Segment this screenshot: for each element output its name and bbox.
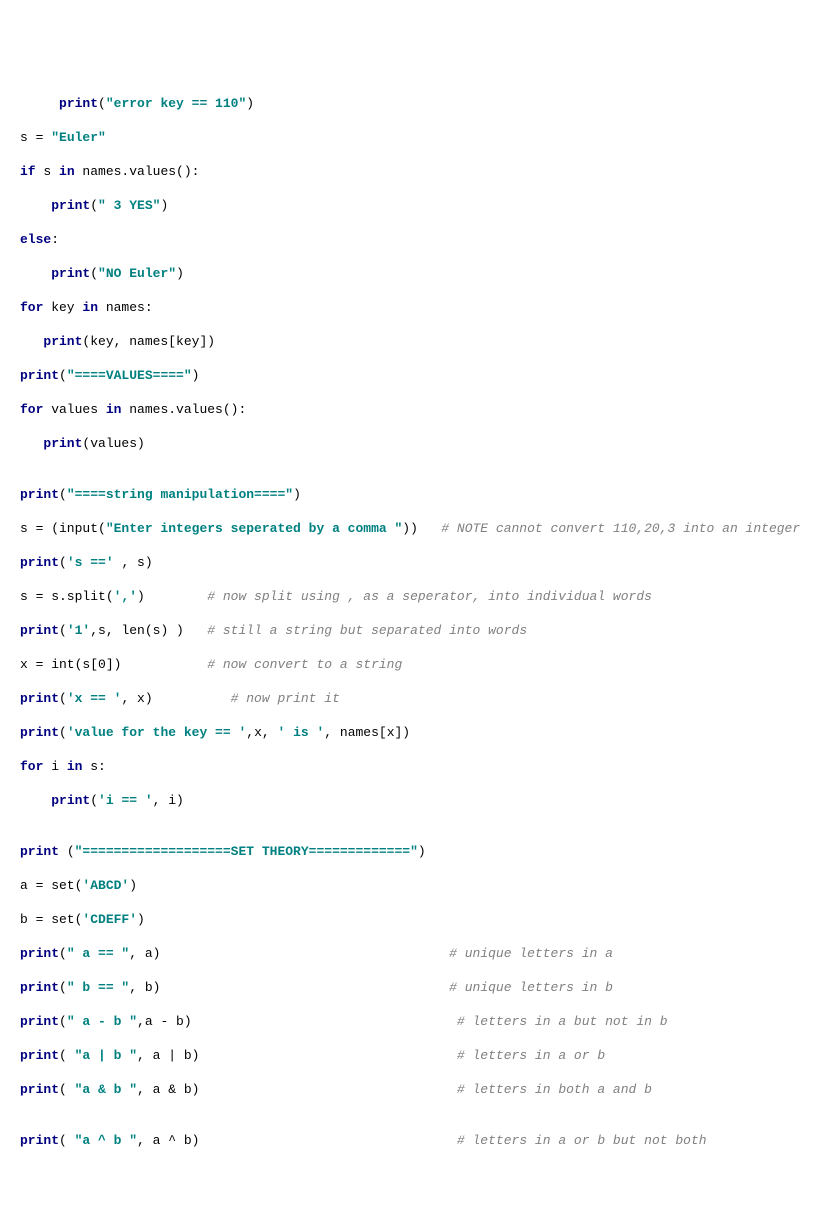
- comment: # still a string but separated into word…: [207, 623, 527, 638]
- comment: # letters in a or b but not both: [457, 1133, 707, 1148]
- code-line: print( "a & b ", a & b) # letters in bot…: [20, 1081, 803, 1098]
- string-literal: 'value for the key == ': [67, 725, 246, 740]
- code-line: print('x == ', x) # now print it: [20, 690, 803, 707]
- code-line: print("====string manipulation===="): [20, 486, 803, 503]
- string-literal: "Euler": [51, 130, 106, 145]
- keyword-print: print: [20, 555, 59, 570]
- code-line: print("====VALUES===="): [20, 367, 803, 384]
- code-line: print("error key == 110"): [20, 95, 803, 112]
- code-line: print('s ==' , s): [20, 554, 803, 571]
- keyword-print: print: [20, 368, 59, 383]
- keyword-print: print: [20, 1014, 59, 1029]
- keyword-print: print: [20, 1133, 59, 1148]
- code-line: print ("===================SET THEORY===…: [20, 843, 803, 860]
- string-literal: "a ^ b ": [75, 1133, 137, 1148]
- keyword-print: print: [59, 96, 98, 111]
- keyword-for: for: [20, 402, 43, 417]
- string-literal: "===================SET THEORY==========…: [75, 844, 418, 859]
- code-block: print("error key == 110") s = "Euler" if…: [20, 78, 803, 1166]
- string-literal: 'ABCD': [82, 878, 129, 893]
- code-line: else:: [20, 231, 803, 248]
- code-line: print('value for the key == ',x, ' is ',…: [20, 724, 803, 741]
- comment: # now convert to a string: [207, 657, 402, 672]
- code-line: print(" a - b ",a - b) # letters in a bu…: [20, 1013, 803, 1030]
- keyword-print: print: [20, 1048, 59, 1063]
- keyword-else: else: [20, 232, 51, 247]
- keyword-for: for: [20, 300, 43, 315]
- string-literal: ',': [114, 589, 137, 604]
- code-line: print( "a ^ b ", a ^ b) # letters in a o…: [20, 1132, 803, 1149]
- comment: # now split using , as a seperator, into…: [207, 589, 652, 604]
- keyword-print: print: [20, 725, 59, 740]
- code-line: b = set('CDEFF'): [20, 911, 803, 928]
- keyword-print: print: [20, 623, 59, 638]
- string-literal: 'CDEFF': [82, 912, 137, 927]
- code-line: for values in names.values():: [20, 401, 803, 418]
- keyword-print: print: [43, 334, 82, 349]
- keyword-print: print: [20, 844, 59, 859]
- keyword-print: print: [20, 691, 59, 706]
- string-literal: "error key == 110": [106, 96, 246, 111]
- code-line: print('1',s, len(s) ) # still a string b…: [20, 622, 803, 639]
- code-line: print("NO Euler"): [20, 265, 803, 282]
- keyword-in: in: [106, 402, 122, 417]
- code-line: for i in s:: [20, 758, 803, 775]
- string-literal: ' is ': [277, 725, 324, 740]
- keyword-print: print: [20, 980, 59, 995]
- comment: # now print it: [231, 691, 340, 706]
- code-line: if s in names.values():: [20, 163, 803, 180]
- code-line: s = "Euler": [20, 129, 803, 146]
- string-literal: " a == ": [67, 946, 129, 961]
- string-literal: " b == ": [67, 980, 129, 995]
- keyword-print: print: [20, 946, 59, 961]
- keyword-if: if: [20, 164, 36, 179]
- keyword-in: in: [67, 759, 83, 774]
- keyword-print: print: [51, 793, 90, 808]
- string-literal: " a - b ": [67, 1014, 137, 1029]
- string-literal: "====string manipulation====": [67, 487, 293, 502]
- string-literal: '1': [67, 623, 90, 638]
- code-line: s = s.split(',') # now split using , as …: [20, 588, 803, 605]
- comment: # letters in a or b: [457, 1048, 605, 1063]
- keyword-in: in: [82, 300, 98, 315]
- code-line: print(key, names[key]): [20, 333, 803, 350]
- string-literal: "a | b ": [75, 1048, 137, 1063]
- comment: # NOTE cannot convert 110,20,3 into an i…: [441, 521, 800, 536]
- string-literal: " 3 YES": [98, 198, 160, 213]
- code-line: x = int(s[0]) # now convert to a string: [20, 656, 803, 673]
- code-line: print(values): [20, 435, 803, 452]
- string-literal: "====VALUES====": [67, 368, 192, 383]
- keyword-print: print: [20, 487, 59, 502]
- code-line: for key in names:: [20, 299, 803, 316]
- code-line: print(" 3 YES"): [20, 197, 803, 214]
- keyword-print: print: [20, 1082, 59, 1097]
- comment: # letters in both a and b: [457, 1082, 652, 1097]
- keyword-print: print: [43, 436, 82, 451]
- code-line: print(" a == ", a) # unique letters in a: [20, 945, 803, 962]
- string-literal: 'x == ': [67, 691, 122, 706]
- code-line: print('i == ', i): [20, 792, 803, 809]
- code-line: a = set('ABCD'): [20, 877, 803, 894]
- comment: # unique letters in a: [449, 946, 613, 961]
- code-line: print( "a | b ", a | b) # letters in a o…: [20, 1047, 803, 1064]
- code-line: s = (input("Enter integers seperated by …: [20, 520, 803, 537]
- string-literal: 'i == ': [98, 793, 153, 808]
- code-line: print(" b == ", b) # unique letters in b: [20, 979, 803, 996]
- comment: # unique letters in b: [449, 980, 613, 995]
- string-literal: 's ==': [67, 555, 114, 570]
- keyword-in: in: [59, 164, 75, 179]
- keyword-print: print: [51, 198, 90, 213]
- keyword-print: print: [51, 266, 90, 281]
- keyword-for: for: [20, 759, 43, 774]
- string-literal: "Enter integers seperated by a comma ": [106, 521, 402, 536]
- comment: # letters in a but not in b: [457, 1014, 668, 1029]
- string-literal: "NO Euler": [98, 266, 176, 281]
- string-literal: "a & b ": [75, 1082, 137, 1097]
